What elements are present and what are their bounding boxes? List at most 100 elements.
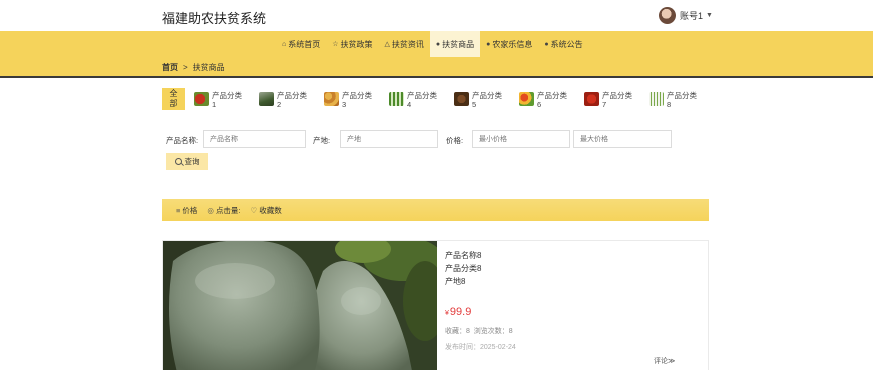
currency-symbol: ¥ [445, 310, 449, 317]
product-price: ¥99.9 [445, 306, 471, 318]
category-index: 8 [667, 100, 672, 109]
top-header: 福建助农扶贫系统 账号1 ▼ [0, 0, 873, 31]
category-item[interactable]: 产品分类 5 [454, 91, 516, 109]
eye-icon: ◎ [207, 206, 214, 215]
category-index: 1 [212, 100, 217, 109]
category-item[interactable]: 产品分类 6 [519, 91, 581, 109]
category-thumbnail [649, 92, 664, 106]
price-value: 99.9 [449, 306, 472, 318]
category-index: 2 [277, 100, 282, 109]
category-item[interactable]: 产品分类 1 [194, 91, 256, 109]
info-icon: ● [486, 40, 491, 48]
breadcrumb-separator: > [183, 63, 188, 72]
category-item[interactable]: 产品分类 3 [324, 91, 386, 109]
origin-input[interactable] [340, 130, 438, 148]
category-thumbnail [519, 92, 534, 106]
category-index: 4 [407, 100, 412, 109]
info-icon: ● [435, 40, 441, 48]
category-label: 产品分类 [277, 91, 307, 100]
search-button-label: 查询 [184, 157, 200, 166]
lock-icon: △ [384, 41, 390, 48]
category-label: 产品分类 [602, 91, 632, 100]
max-price-input[interactable] [573, 130, 672, 148]
star-icon: ☆ [332, 41, 339, 48]
category-all-label: 部 [169, 99, 178, 108]
category-thumbnail [454, 92, 469, 106]
category-item[interactable]: 产品分类 4 [389, 91, 451, 109]
category-all-label: 全 [169, 89, 178, 98]
product-category: 产品分类8 [445, 264, 482, 273]
info-icon: ● [544, 40, 549, 48]
category-thumbnail [389, 92, 404, 106]
main-nav: ⌂ 系统首页 ☆ 扶贫政策 △ 扶贫资讯 ● 扶贫商品 ● 农家乐信息 ● 系统公告 [0, 31, 873, 57]
sort-price[interactable]: ≡ 价格 [176, 205, 197, 216]
user-name[interactable]: 账号1 [680, 9, 703, 22]
nav-label: 农家乐信息 [492, 39, 533, 49]
category-label: 产品分类 [212, 91, 242, 100]
nav-label: 系统公告 [550, 39, 583, 49]
category-index: 6 [537, 100, 542, 109]
category-item[interactable]: 产品分类 2 [259, 91, 321, 109]
product-card[interactable]: 产品名称8 产品分类8 产地8 ¥99.9 收藏：8 浏览次数：8 发布时间：2… [162, 240, 709, 370]
category-label: 产品分类 [537, 91, 567, 100]
nav-label: 系统首页 [288, 39, 321, 49]
category-index: 5 [472, 100, 477, 109]
nav-item-news[interactable]: △ 扶贫资讯 [379, 31, 430, 57]
category-thumbnail [324, 92, 339, 106]
sort-favorites-label: 收藏数 [259, 206, 282, 215]
breadcrumb: 首页 > 扶贫商品 [162, 62, 225, 73]
category-label: 产品分类 [407, 91, 437, 100]
nav-label: 扶贫资讯 [391, 39, 424, 49]
product-info: 产品名称8 产品分类8 产地8 [445, 249, 481, 288]
category-label: 产品分类 [667, 91, 697, 100]
chevron-down-icon[interactable]: ▼ [706, 12, 713, 19]
wax-gourd-image [163, 241, 437, 370]
views-count: 浏览次数：8 [473, 328, 513, 335]
home-icon: ⌂ [282, 40, 287, 48]
nav-item-policy[interactable]: ☆ 扶贫政策 [326, 31, 378, 57]
nav-item-farmstay[interactable]: ● 农家乐信息 [480, 31, 538, 57]
breadcrumb-current: 扶贫商品 [192, 63, 225, 72]
nav-item-products[interactable]: ● 扶贫商品 [429, 31, 481, 57]
product-name[interactable]: 产品名称8 [445, 249, 481, 262]
nav-label: 扶贫商品 [442, 39, 475, 49]
nav-item-home[interactable]: ⌂ 系统首页 [276, 31, 326, 57]
category-index: 3 [342, 100, 347, 109]
sort-clicks[interactable]: ◎ 点击量: [207, 205, 240, 216]
category-all-button[interactable]: 全 部 [162, 88, 185, 110]
name-input[interactable] [203, 130, 306, 148]
nav-item-notice[interactable]: ● 系统公告 [538, 31, 588, 57]
sort-price-label: 价格 [182, 206, 198, 215]
publish-time: 发布时间：2025-02-24 [445, 344, 516, 351]
category-label: 产品分类 [342, 91, 372, 100]
product-origin: 产地8 [445, 277, 466, 286]
min-price-input[interactable] [472, 130, 570, 148]
nav-label: 扶贫政策 [340, 39, 373, 49]
page: 福建助农扶贫系统 账号1 ▼ ⌂ 系统首页 ☆ 扶贫政策 △ 扶贫资讯 ● 扶贫商品 ●… [0, 0, 873, 370]
category-thumbnail [584, 92, 599, 106]
product-stats: 收藏：8 浏览次数：8 [445, 326, 513, 336]
sort-clicks-label: 点击量: [215, 206, 241, 215]
favorites-count: 收藏：8 [445, 328, 470, 335]
category-thumbnail [259, 92, 274, 106]
category-thumbnail [194, 92, 209, 106]
category-index: 7 [602, 100, 607, 109]
category-label: 产品分类 [472, 91, 502, 100]
breadcrumb-bar: 首页 > 扶贫商品 [0, 57, 873, 78]
sort-icon: ≡ [176, 206, 181, 215]
category-item[interactable]: 产品分类 8 [649, 91, 711, 109]
site-title: 福建助农扶贫系统 [162, 11, 267, 26]
sort-favorites[interactable]: ♡ 收藏数 [251, 205, 282, 216]
search-icon [174, 158, 182, 165]
heart-icon: ♡ [250, 206, 258, 215]
breadcrumb-home[interactable]: 首页 [162, 63, 178, 72]
origin-label: 产地: [313, 136, 331, 145]
product-image[interactable] [163, 241, 437, 370]
watermark: CSDN @计算机毕设工作室 [671, 347, 818, 361]
price-label: 价格: [446, 136, 464, 145]
search-button[interactable]: 查询 [166, 153, 208, 170]
avatar[interactable] [659, 6, 676, 24]
name-label: 产品名称: [166, 136, 199, 145]
user-menu[interactable]: 账号1 ▼ [659, 6, 713, 24]
category-item[interactable]: 产品分类 7 [584, 91, 646, 109]
